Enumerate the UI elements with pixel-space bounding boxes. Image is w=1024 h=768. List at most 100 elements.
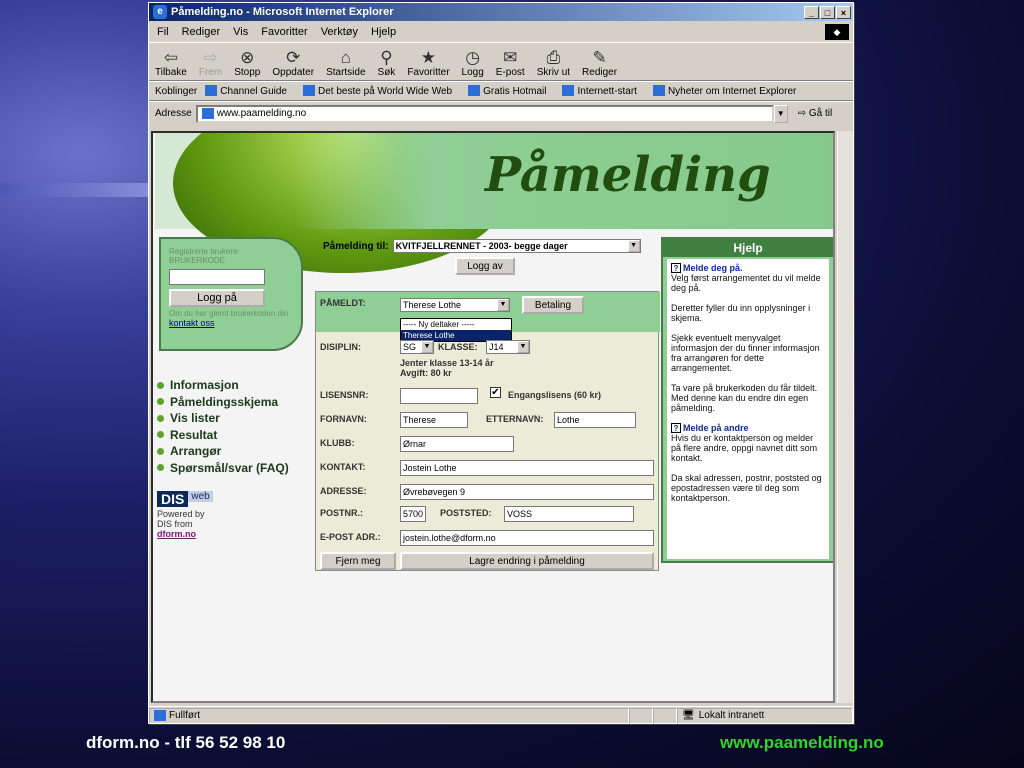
browser-window: e Påmelding.no - Microsoft Internet Expl… <box>148 2 854 724</box>
adresse-input[interactable]: Øvrebøvegen 9 <box>400 484 654 500</box>
favorites-button[interactable]: ★ Favoritter <box>407 49 449 79</box>
brukerkode-label: BRUKERKODE <box>169 256 226 265</box>
adresse-label: ADRESSE: <box>320 486 367 496</box>
menu-verktoy[interactable]: Verktøy <box>321 26 358 38</box>
chevron-down-icon: ▼ <box>627 240 640 252</box>
help-icon: ? <box>671 263 681 273</box>
event-selector-row: Påmelding til: KVITFJELLRENNET - 2003- b… <box>323 239 641 253</box>
login-button[interactable]: Logg på <box>169 289 265 307</box>
nav-item-resultat[interactable]: Resultat <box>157 427 289 444</box>
link-hotmail[interactable]: Gratis Hotmail <box>468 85 554 97</box>
history-icon: ◷ <box>465 48 481 67</box>
maximize-button[interactable]: □ <box>820 5 835 19</box>
back-arrow-icon: ⇦ <box>163 48 179 67</box>
mail-button[interactable]: ✉ E-post <box>496 48 525 79</box>
search-button[interactable]: ⚲ Søk <box>378 48 396 79</box>
status-bar: Fullført 🖥 Lokalt intranett <box>149 706 853 724</box>
links-label: Koblinger <box>155 85 198 97</box>
lisens-label: LISENSNR: <box>320 390 369 400</box>
option-ny-deltaker[interactable]: ----- Ny deltaker ----- <box>401 319 511 330</box>
bullet-icon <box>157 398 164 406</box>
address-input[interactable]: www.paamelding.no <box>195 104 774 123</box>
stop-icon: ⊗ <box>240 48 255 67</box>
remove-button[interactable]: Fjern meg <box>320 552 396 570</box>
minimize-button[interactable]: _ <box>804 5 819 19</box>
poststed-label: POSTSTED: <box>440 508 492 518</box>
footer-phone: dform.no - tlf 56 52 98 10 <box>86 733 286 752</box>
menu-hjelp[interactable]: Hjelp <box>371 26 396 38</box>
forward-button[interactable]: ⇨ Frem <box>199 49 222 79</box>
help-text-3: Sjekk eventuelt menyvalget informasjon d… <box>671 333 820 373</box>
toolbar: ⇦ Tilbake ⇨ Frem ⊗ Stopp ⟳ Oppdater ⌂ Startsi… <box>149 43 853 81</box>
address-dropdown-button[interactable]: ▼ <box>773 104 788 123</box>
page-icon <box>302 85 315 97</box>
fornavn-input[interactable]: Therese <box>400 412 468 428</box>
betaling-button[interactable]: Betaling <box>522 296 584 314</box>
stop-button[interactable]: ⊗ Stopp <box>234 48 260 79</box>
nav-item-pameldingsskjema[interactable]: Påmeldingsskjema <box>157 394 289 411</box>
kontakt-input[interactable]: Jostein Lothe <box>400 460 654 476</box>
home-button[interactable]: ⌂ Startside <box>326 49 365 79</box>
refresh-button[interactable]: ⟳ Oppdater <box>272 49 314 79</box>
chevron-down-icon: ▼ <box>517 341 529 353</box>
logout-button[interactable]: Logg av <box>455 257 515 275</box>
help-heading-2: Melde på andre <box>683 423 749 433</box>
help-text-6: Da skal adressen, postnr, poststed og ep… <box>671 473 822 503</box>
epost-input[interactable]: jostein.lothe@dform.no <box>400 530 654 546</box>
page-icon <box>201 108 214 119</box>
help-panel: Hjelp ? Melde deg på. Velg først arrangem… <box>661 237 833 563</box>
disiplin-select[interactable]: SG ▼ <box>400 340 434 354</box>
mail-icon: ✉ <box>503 48 518 67</box>
nav-item-arrangor[interactable]: Arrangør <box>157 443 289 460</box>
background-streak <box>0 183 150 197</box>
print-icon: ⎙ <box>546 48 561 67</box>
search-icon: ⚲ <box>380 48 393 67</box>
menu-vis[interactable]: Vis <box>233 26 248 38</box>
menu-fil[interactable]: Fil <box>157 26 169 38</box>
print-button[interactable]: ⎙ Skriv ut <box>537 48 570 79</box>
dform-link[interactable]: dform.no <box>157 529 213 539</box>
contact-link[interactable]: kontakt oss <box>169 318 293 328</box>
back-button[interactable]: ⇦ Tilbake <box>155 48 187 79</box>
event-select[interactable]: KVITFJELLRENNET - 2003- begge dager ▼ <box>392 239 641 253</box>
help-title: Hjelp <box>663 239 833 257</box>
menu-favoritter[interactable]: Favoritter <box>261 26 307 38</box>
side-nav: Informasjon Påmeldingsskjema Vis lister … <box>157 377 289 476</box>
brukerkode-input[interactable] <box>169 269 265 285</box>
help-text-4: Ta vare på brukerkoden du får tildelt. M… <box>671 383 818 413</box>
save-button[interactable]: Lagre endring i påmelding <box>400 552 654 570</box>
epost-label: E-POST ADR.: <box>320 532 381 542</box>
page-icon <box>468 85 481 97</box>
go-button[interactable]: ⇨ Gå til <box>798 108 833 119</box>
poststed-input[interactable]: VOSS <box>504 506 634 522</box>
menu-rediger[interactable]: Rediger <box>182 26 221 38</box>
ie-icon: e <box>153 5 167 19</box>
page-content: Påmelding Registrerte brukere: BRUKERKOD… <box>151 131 835 703</box>
pameldt-dropdown-list: ----- Ny deltaker ----- Therese Lothe <box>400 318 512 342</box>
link-channel-guide[interactable]: Channel Guide <box>205 85 295 97</box>
nav-item-informasjon[interactable]: Informasjon <box>157 377 289 394</box>
engangslisens-checkbox[interactable]: ✔ <box>490 387 501 398</box>
edit-button[interactable]: ✎ Rediger <box>582 49 617 79</box>
pameldt-select[interactable]: Therese Lothe ▼ <box>400 298 510 312</box>
login-box: Registrerte brukere: BRUKERKODE Logg på … <box>159 237 303 351</box>
history-button[interactable]: ◷ Logg <box>462 48 484 79</box>
vertical-scrollbar[interactable] <box>837 131 853 703</box>
close-button[interactable]: × <box>836 5 851 19</box>
nav-item-vis-lister[interactable]: Vis lister <box>157 410 289 427</box>
klasse-select[interactable]: J14 ▼ <box>486 340 530 354</box>
bullet-icon <box>157 464 164 472</box>
help-text-1: Velg først arrangementet du vil melde de… <box>671 273 821 293</box>
help-icon: ? <box>671 423 681 433</box>
bullet-icon <box>157 381 164 389</box>
klubb-input[interactable]: Ørnar <box>400 436 514 452</box>
link-internett-start[interactable]: Internett-start <box>562 85 644 97</box>
postnr-input[interactable]: 5700 <box>400 506 426 522</box>
link-ie-news[interactable]: Nyheter om Internet Explorer <box>652 85 804 97</box>
link-best-of-web[interactable]: Det beste på World Wide Web <box>302 85 460 97</box>
help-heading-1: Melde deg på. <box>683 263 743 273</box>
address-label: Adresse <box>155 108 192 119</box>
lisens-input[interactable] <box>400 388 478 404</box>
etternavn-input[interactable]: Lothe <box>554 412 636 428</box>
nav-item-faq[interactable]: Spørsmål/svar (FAQ) <box>157 460 289 477</box>
